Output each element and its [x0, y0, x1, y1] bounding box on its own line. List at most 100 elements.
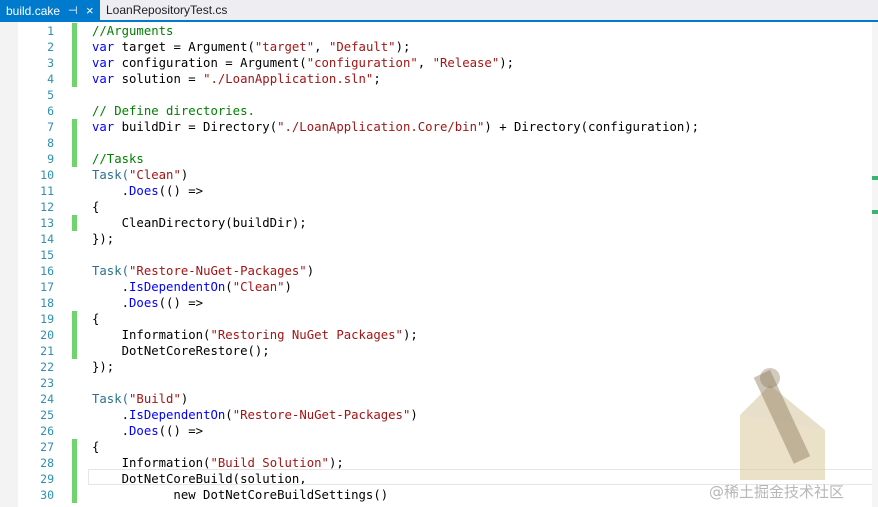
line-number: 15 [40, 248, 54, 262]
code-line[interactable]: 4 var solution = "./LoanApplication.sln"; [0, 71, 878, 87]
line-number: 29 [40, 472, 54, 486]
code-token: "Default" [328, 40, 396, 54]
code-token: Task( [92, 392, 130, 406]
code-line[interactable]: 15 [0, 247, 878, 263]
line-number: 12 [40, 200, 54, 214]
change-indicator [72, 439, 77, 455]
code-text: { [92, 439, 99, 455]
pin-icon[interactable]: ⊣ [68, 0, 78, 22]
change-indicator [72, 151, 77, 167]
code-line[interactable]: 5 [0, 87, 878, 103]
code-line[interactable]: 18 .Does(() => [0, 295, 878, 311]
line-number: 8 [47, 136, 54, 150]
code-text: var solution = "./LoanApplication.sln"; [92, 71, 381, 87]
code-token: Information( [92, 328, 211, 342]
line-number: 13 [40, 216, 54, 230]
code-text: Information("Restoring NuGet Packages"); [92, 327, 418, 343]
code-token: . [92, 184, 130, 198]
code-token: target = Argument( [114, 40, 255, 54]
code-line[interactable]: 6 // Define directories. [0, 103, 878, 119]
code-line[interactable]: 12 { [0, 199, 878, 215]
code-token: ); [395, 40, 411, 54]
change-indicator [72, 327, 77, 343]
code-token: Task( [92, 168, 130, 182]
line-number: 20 [40, 328, 54, 342]
code-text: Task("Restore-NuGet-Packages") [92, 263, 314, 279]
code-token: . [92, 296, 130, 310]
line-number: 6 [47, 104, 54, 118]
code-token: (() => [158, 184, 204, 198]
change-indicator [72, 487, 77, 503]
code-token: (() => [158, 424, 204, 438]
line-number: 11 [40, 184, 54, 198]
code-line[interactable]: 1 //Arguments [0, 23, 878, 39]
code-text: DotNetCoreRestore(); [92, 343, 270, 359]
code-token: "./LoanApplication.Core/bin" [277, 120, 485, 134]
line-number: 17 [40, 280, 54, 294]
code-token: "Restore-NuGet-Packages" [232, 408, 411, 422]
line-number: 24 [40, 392, 54, 406]
line-number: 1 [47, 24, 54, 38]
code-line[interactable]: 2 var target = Argument("target", "Defaul… [0, 39, 878, 55]
code-line[interactable]: 21 DotNetCoreRestore(); [0, 343, 878, 359]
change-indicator [72, 455, 77, 471]
code-token: { [92, 312, 100, 326]
code-token: IsDependentOn [129, 280, 226, 294]
code-text: { [92, 199, 99, 215]
line-number: 30 [40, 488, 54, 502]
code-line[interactable]: 3 var configuration = Argument("configura… [0, 55, 878, 71]
code-token: "Clean" [129, 168, 181, 182]
code-token: , [314, 40, 329, 54]
code-line[interactable]: 14}); [0, 231, 878, 247]
code-token: IsDependentOn [129, 408, 226, 422]
scrollbar-change-marker [872, 176, 878, 180]
code-token: "configuration" [306, 56, 418, 70]
code-token: solution = [114, 72, 204, 86]
code-token: ); [402, 328, 418, 342]
code-token: ) [306, 264, 315, 278]
change-indicator [72, 71, 77, 87]
code-token: ) [180, 392, 189, 406]
line-number: 25 [40, 408, 54, 422]
code-line[interactable]: 8 [0, 135, 878, 151]
tab-label: build.cake [6, 4, 61, 18]
line-number: 28 [40, 456, 54, 470]
code-line[interactable]: 9 //Tasks [0, 151, 878, 167]
code-line[interactable]: 17 .IsDependentOn("Clean") [0, 279, 878, 295]
line-number: 27 [40, 440, 54, 454]
code-token: . [92, 280, 130, 294]
code-token: ( [225, 280, 233, 294]
line-number: 14 [40, 232, 54, 246]
code-line[interactable]: 20 Information("Restoring NuGet Packages… [0, 327, 878, 343]
code-token: ) [284, 280, 292, 294]
close-icon[interactable]: × [86, 0, 94, 22]
code-token: configuration = Argument( [114, 56, 307, 70]
code-token: ( [225, 408, 233, 422]
code-line[interactable]: 19 { [0, 311, 878, 327]
code-text: Task("Clean") [92, 167, 188, 183]
change-indicator [72, 343, 77, 359]
code-token: Information( [92, 456, 211, 470]
vertical-scrollbar[interactable] [872, 22, 878, 507]
code-line[interactable]: 10 Task("Clean") [0, 167, 878, 183]
line-number: 7 [47, 120, 54, 134]
code-text: // Define directories. [92, 103, 255, 119]
code-line[interactable]: 16 Task("Restore-NuGet-Packages") [0, 263, 878, 279]
code-text: }); [92, 359, 114, 375]
code-text: CleanDirectory(buildDir); [92, 215, 307, 231]
line-number: 21 [40, 344, 54, 358]
code-token: "Clean" [232, 280, 285, 294]
change-indicator [72, 471, 77, 487]
change-indicator [72, 55, 77, 71]
tab-build-cake[interactable]: build.cake ⊣ × [0, 0, 100, 22]
code-line[interactable]: 7 var buildDir = Directory("./LoanApplica… [0, 119, 878, 135]
code-line[interactable]: 13 CleanDirectory(buildDir); [0, 215, 878, 231]
code-token: "Build Solution" [210, 456, 329, 470]
line-number: 9 [47, 152, 54, 166]
code-text: .IsDependentOn("Restore-NuGet-Packages") [92, 407, 418, 423]
code-token: ) [410, 408, 418, 422]
line-number: 3 [47, 56, 54, 70]
tab-loan-repository-test[interactable]: LoanRepositoryTest.cs [100, 0, 233, 20]
code-line[interactable]: 11 .Does(() => [0, 183, 878, 199]
code-text: var buildDir = Directory("./LoanApplicat… [92, 119, 699, 135]
